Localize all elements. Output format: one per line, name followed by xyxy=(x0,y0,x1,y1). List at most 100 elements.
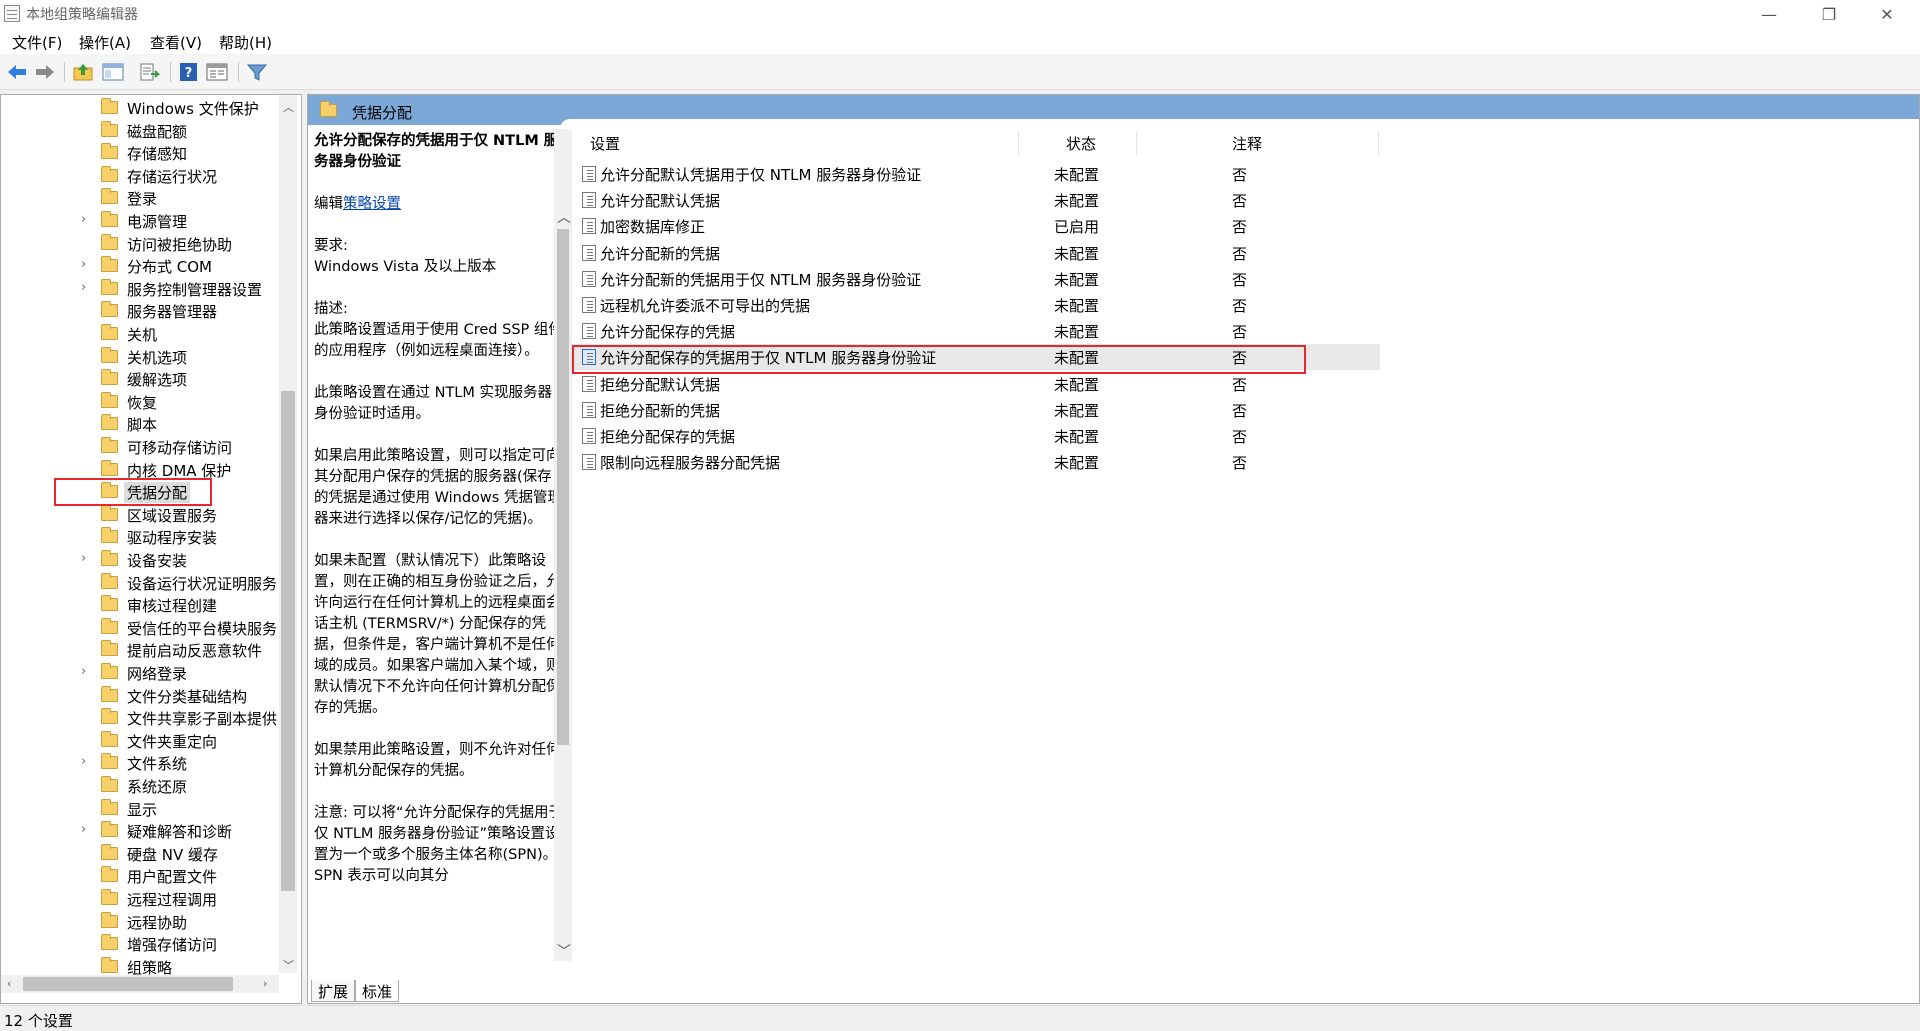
tree-item[interactable]: 恢复 xyxy=(1,391,281,413)
tree-item[interactable]: 文件夹重定向 xyxy=(1,730,281,752)
tree-item[interactable]: 关机选项 xyxy=(1,346,281,368)
description-label: 描述: xyxy=(314,301,348,317)
tree-scroll-thumb[interactable] xyxy=(281,391,295,891)
policy-settings-link[interactable]: 策略设置 xyxy=(343,196,401,212)
tree-item[interactable]: 受信任的平台模块服务 xyxy=(1,617,281,639)
expand-chevron-icon[interactable]: › xyxy=(81,257,86,272)
properties-icon[interactable] xyxy=(206,62,228,82)
tree-vertical-scrollbar[interactable]: ︿ ﹀ xyxy=(279,95,297,973)
tree-item[interactable]: 增强存储访问 xyxy=(1,933,281,955)
policy-row[interactable]: 允许分配新的凭据 未配置 否 xyxy=(570,240,1380,266)
tree-item[interactable]: 设备运行状况证明服务 xyxy=(1,572,281,594)
tree-item[interactable]: 存储感知 xyxy=(1,142,281,164)
tree-item[interactable]: 服务器管理器 xyxy=(1,300,281,322)
scroll-up-arrow-icon[interactable]: ︿ xyxy=(283,99,294,115)
tree-item[interactable]: 缓解选项 xyxy=(1,368,281,390)
tree-item[interactable]: 显示 xyxy=(1,798,281,820)
tree-item[interactable]: Windows 文件保护 xyxy=(1,97,281,119)
column-divider[interactable] xyxy=(1018,131,1019,155)
column-divider[interactable] xyxy=(1378,131,1379,155)
expand-chevron-icon[interactable]: › xyxy=(81,212,86,227)
policy-row[interactable]: 拒绝分配新的凭据 未配置 否 xyxy=(570,397,1380,423)
tree-item[interactable]: 磁盘配额 xyxy=(1,120,281,142)
tree-item[interactable]: 远程协助 xyxy=(1,911,281,933)
tree-item[interactable]: › 分布式 COM xyxy=(1,255,281,277)
tree-item[interactable]: 可移动存储访问 xyxy=(1,436,281,458)
column-divider[interactable] xyxy=(1136,131,1137,155)
policy-row[interactable]: 允许分配新的凭据用于仅 NTLM 服务器身份验证 未配置 否 xyxy=(570,266,1380,292)
policy-note: 否 xyxy=(1232,323,1248,342)
tree-item[interactable]: 硬盘 NV 缓存 xyxy=(1,843,281,865)
tree-item[interactable]: › 文件系统 xyxy=(1,752,281,774)
column-header-note[interactable]: 注释 xyxy=(1232,133,1262,154)
export-list-icon[interactable] xyxy=(138,62,160,82)
policy-row[interactable]: 拒绝分配默认凭据 未配置 否 xyxy=(570,371,1380,397)
policy-note: 否 xyxy=(1232,218,1248,237)
toolbar-separator xyxy=(170,62,171,82)
expand-chevron-icon[interactable]: › xyxy=(81,280,86,295)
minimize-button[interactable]: — xyxy=(1740,0,1798,28)
policy-setting-icon xyxy=(582,349,596,366)
tree-item[interactable]: 内核 DMA 保护 xyxy=(1,459,281,481)
tree-item[interactable]: › 网络登录 xyxy=(1,662,281,684)
help-icon[interactable]: ? xyxy=(178,62,200,82)
tree-item[interactable]: 访问被拒绝协助 xyxy=(1,233,281,255)
column-header-setting[interactable]: 设置 xyxy=(590,133,620,154)
expand-chevron-icon[interactable]: › xyxy=(81,664,86,679)
tree-item-label: 硬盘 NV 缓存 xyxy=(127,845,219,864)
show-hide-tree-icon[interactable] xyxy=(102,62,124,82)
tree-item[interactable]: 脚本 xyxy=(1,413,281,435)
policy-row[interactable]: 允许分配保存的凭据用于仅 NTLM 服务器身份验证 未配置 否 xyxy=(570,344,1380,371)
tree-item[interactable]: 文件分类基础结构 xyxy=(1,685,281,707)
up-folder-icon[interactable] xyxy=(72,62,94,82)
tree-item[interactable]: 文件共享影子副本提供 xyxy=(1,707,281,729)
tree-item[interactable]: › 疑难解答和诊断 xyxy=(1,820,281,842)
menu-action[interactable]: 操作(A) xyxy=(79,32,131,53)
scroll-down-arrow-icon[interactable]: ﹀ xyxy=(283,957,294,973)
policy-row[interactable]: 加密数据库修正 已启用 否 xyxy=(570,213,1380,239)
tree-item[interactable]: 用户配置文件 xyxy=(1,865,281,887)
scroll-up-arrow-icon[interactable]: ︿ xyxy=(557,207,571,227)
restore-button[interactable]: ❐ xyxy=(1800,0,1858,28)
tree-item[interactable]: 提前启动反恶意软件 xyxy=(1,639,281,661)
expand-chevron-icon[interactable]: › xyxy=(81,822,86,837)
back-icon[interactable] xyxy=(6,62,28,82)
filter-icon[interactable] xyxy=(246,62,268,82)
expand-chevron-icon[interactable]: › xyxy=(81,754,86,769)
tree-item[interactable]: 远程过程调用 xyxy=(1,888,281,910)
policy-row[interactable]: 限制向远程服务器分配凭据 未配置 否 xyxy=(570,449,1380,475)
tree-hscroll-thumb[interactable] xyxy=(23,977,233,991)
tree-item[interactable]: › 电源管理 xyxy=(1,210,281,232)
tree-item[interactable]: 区域设置服务 xyxy=(1,504,281,526)
tree-item[interactable]: 存储运行状况 xyxy=(1,165,281,187)
policy-row[interactable]: 允许分配保存的凭据 未配置 否 xyxy=(570,318,1380,344)
navigation-tree[interactable]: Windows 文件保护 磁盘配额 存储感知 存储运行状况 登录 › 电源管理 访问被拒绝协助… xyxy=(0,94,302,1004)
tree-horizontal-scrollbar[interactable]: ‹ › xyxy=(1,975,279,993)
tab-standard[interactable]: 标准 xyxy=(355,980,400,1002)
menu-view[interactable]: 查看(V) xyxy=(150,32,202,53)
menu-help[interactable]: 帮助(H) xyxy=(219,32,272,53)
tree-item[interactable]: 驱动程序安装 xyxy=(1,526,281,548)
policy-row[interactable]: 允许分配默认凭据 未配置 否 xyxy=(570,187,1380,213)
scroll-left-arrow-icon[interactable]: ‹ xyxy=(7,977,11,990)
policy-row[interactable]: 允许分配默认凭据用于仅 NTLM 服务器身份验证 未配置 否 xyxy=(570,161,1380,187)
folder-icon xyxy=(101,821,118,838)
tree-item[interactable]: 登录 xyxy=(1,187,281,209)
scroll-right-arrow-icon[interactable]: › xyxy=(263,977,267,990)
column-header-state[interactable]: 状态 xyxy=(1066,133,1096,154)
tree-item[interactable]: 关机 xyxy=(1,323,281,345)
tab-extended[interactable]: 扩展 xyxy=(311,980,356,1002)
tree-item[interactable]: › 设备安装 xyxy=(1,549,281,571)
policy-row[interactable]: 远程机允许委派不可导出的凭据 未配置 否 xyxy=(570,292,1380,318)
expand-chevron-icon[interactable]: › xyxy=(81,551,86,566)
policy-row[interactable]: 拒绝分配保存的凭据 未配置 否 xyxy=(570,423,1380,449)
tree-item[interactable]: 系统还原 xyxy=(1,775,281,797)
close-button[interactable]: ✕ xyxy=(1858,0,1916,28)
tree-item[interactable]: 凭据分配 xyxy=(1,481,281,504)
forward-icon[interactable] xyxy=(34,62,56,82)
tree-item[interactable]: › 服务控制管理器设置 xyxy=(1,278,281,300)
tree-item[interactable]: 审核过程创建 xyxy=(1,594,281,616)
menu-file[interactable]: 文件(F) xyxy=(12,32,62,53)
description-scroll-thumb[interactable] xyxy=(557,229,569,745)
scroll-down-arrow-icon[interactable]: ﹀ xyxy=(557,941,571,961)
